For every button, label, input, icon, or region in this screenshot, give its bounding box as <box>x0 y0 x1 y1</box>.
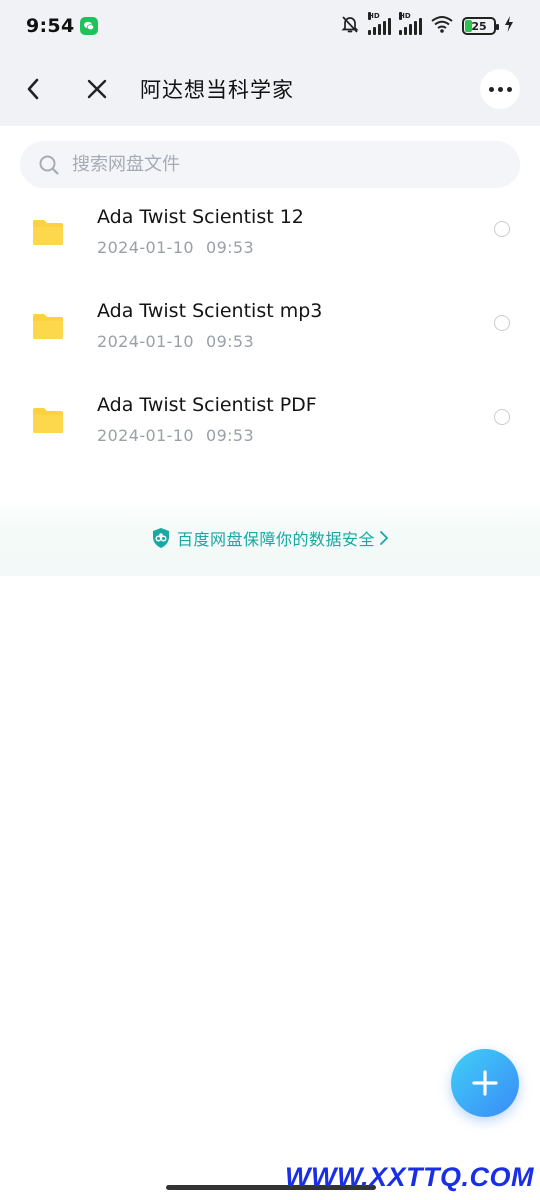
security-banner-text: 百度网盘保障你的数据安全 <box>176 530 375 549</box>
file-name: Ada Twist Scientist mp3 <box>97 300 323 322</box>
battery-icon: 25 <box>462 17 499 35</box>
hd-label-2: HD <box>399 12 411 20</box>
more-dot-icon <box>488 86 494 92</box>
plus-icon <box>472 1070 498 1096</box>
charging-icon <box>504 16 514 36</box>
file-date: 2024-01-10 09:53 <box>97 332 254 351</box>
mute-bell-icon <box>340 14 360 38</box>
search-input[interactable] <box>72 154 472 175</box>
battery-level: 25 <box>471 19 487 33</box>
more-dot-icon <box>506 86 512 92</box>
select-radio[interactable] <box>494 315 510 331</box>
search-bar[interactable] <box>20 141 520 188</box>
wifi-icon <box>430 14 454 38</box>
file-date-time: 09:53 <box>205 332 255 351</box>
status-icons: HD HD 25 <box>340 12 514 38</box>
security-banner[interactable]: 百度网盘保障你的数据安全 <box>0 500 540 576</box>
close-button[interactable] <box>82 74 112 104</box>
header: 阿达想当科学家 <box>0 52 540 126</box>
file-name: Ada Twist Scientist 12 <box>97 206 304 228</box>
status-bar: 9:54 HD HD 25 <box>0 0 540 52</box>
wechat-notification-icon <box>80 17 99 35</box>
back-button[interactable] <box>18 74 48 104</box>
close-icon <box>87 79 107 99</box>
page-title: 阿达想当科学家 <box>140 78 294 102</box>
file-row[interactable]: Ada Twist Scientist PDF 2024-01-10 09:53 <box>0 386 540 480</box>
file-row[interactable]: Ada Twist Scientist mp3 2024-01-10 09:53 <box>0 292 540 386</box>
cellular-signal-1-icon: HD <box>368 12 391 35</box>
folder-icon <box>33 314 63 339</box>
folder-icon <box>33 408 63 433</box>
select-radio[interactable] <box>494 221 510 237</box>
file-date-time: 09:53 <box>205 426 255 445</box>
select-radio[interactable] <box>494 409 510 425</box>
chevron-right-icon <box>380 531 388 545</box>
screen: 9:54 HD HD 25 阿达想当科学家 搜索网盘文件 Ada Twist S… <box>0 0 540 1200</box>
watermark: WWW.XXTTQ.COM <box>285 1162 534 1192</box>
hd-label: HD <box>368 12 380 20</box>
chevron-left-icon <box>27 78 39 100</box>
add-button[interactable] <box>451 1049 519 1117</box>
file-date: 2024-01-10 09:53 <box>97 238 254 257</box>
file-row[interactable]: Ada Twist Scientist 12 2024-01-10 09:53 <box>0 198 540 292</box>
shield-icon <box>152 528 169 548</box>
file-date-day: 2024-01-10 <box>97 426 194 445</box>
file-date-day: 2024-01-10 <box>97 238 194 257</box>
search-icon <box>38 154 60 176</box>
file-date: 2024-01-10 09:53 <box>97 426 254 445</box>
file-name: Ada Twist Scientist PDF <box>97 394 317 416</box>
more-options-button[interactable] <box>480 69 520 109</box>
folder-icon <box>33 220 63 245</box>
more-dot-icon <box>497 86 503 92</box>
cellular-signal-2-icon: HD <box>399 12 422 35</box>
file-date-day: 2024-01-10 <box>97 332 194 351</box>
status-time: 9:54 <box>26 15 75 37</box>
file-date-time: 09:53 <box>205 238 255 257</box>
